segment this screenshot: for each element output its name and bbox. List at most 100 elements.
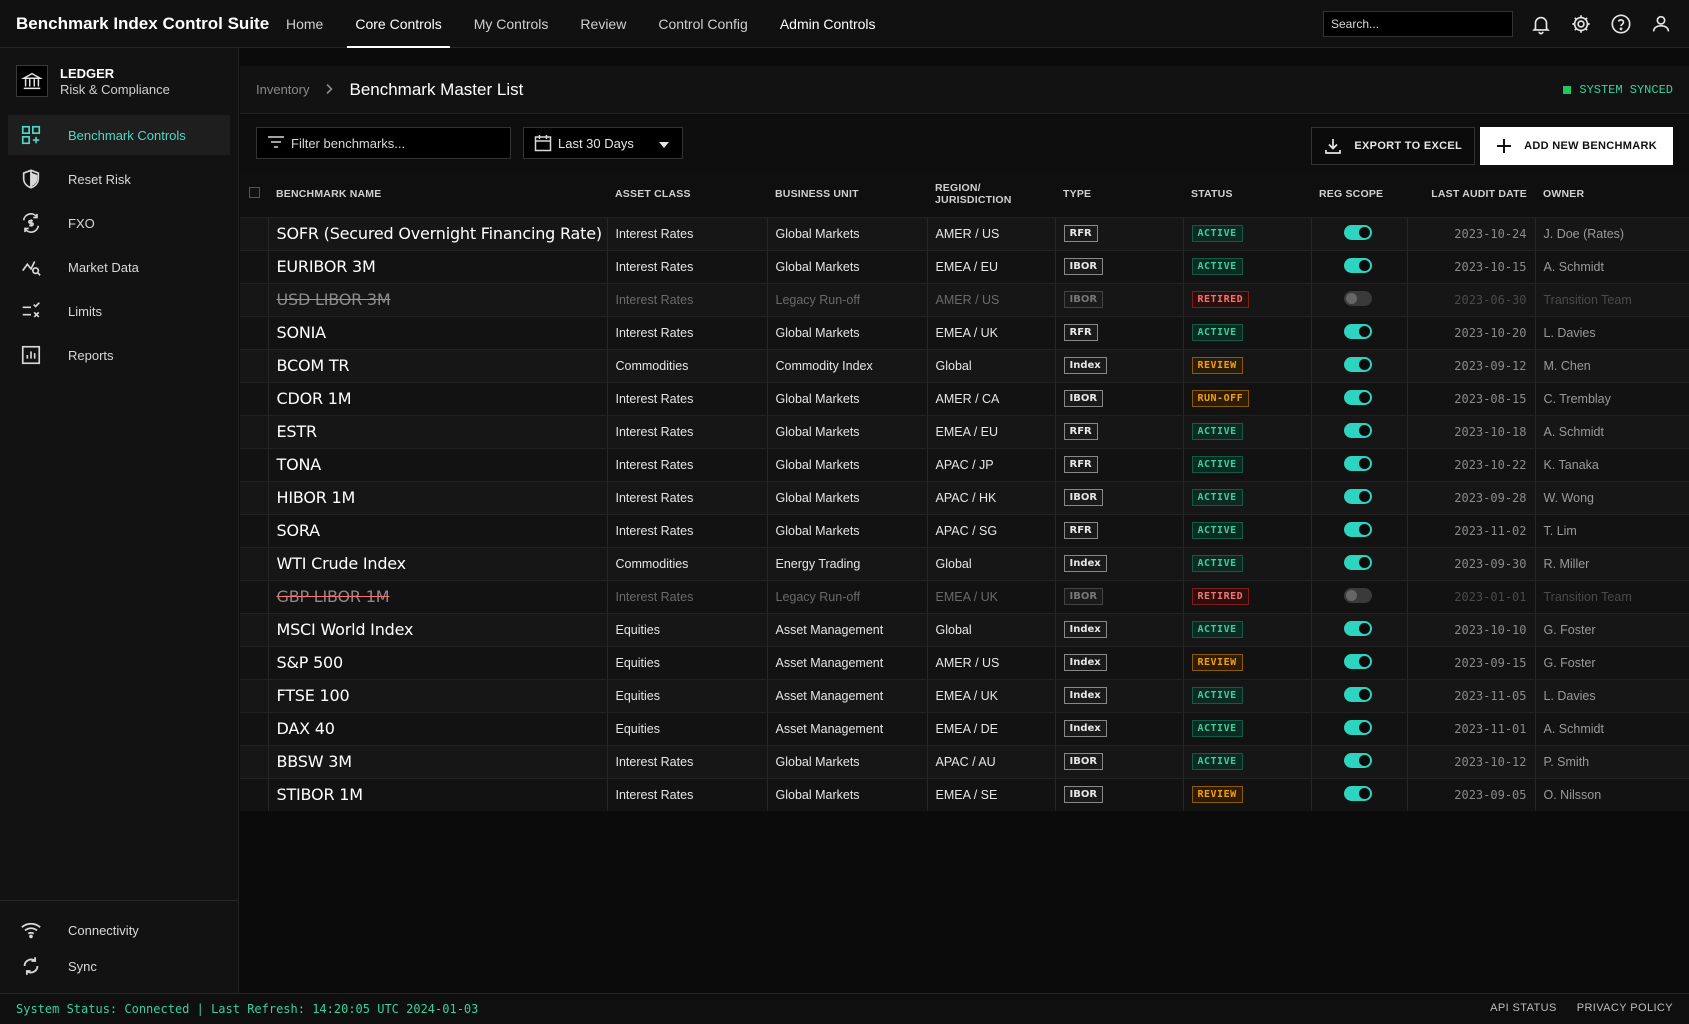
nav-review[interactable]: Review bbox=[572, 0, 634, 48]
reg-scope-toggle[interactable] bbox=[1343, 653, 1372, 669]
col-owner[interactable]: Owner bbox=[1535, 171, 1689, 217]
benchmark-name[interactable]: MSCI World Index bbox=[268, 613, 608, 646]
table-row[interactable]: ESTR Interest Rates Global Markets EMEA / E… bbox=[240, 415, 1689, 448]
export-excel-button[interactable]: EXPORT TO EXCEL bbox=[1311, 127, 1475, 165]
reg-scope-toggle[interactable] bbox=[1343, 686, 1372, 702]
table-row[interactable]: STIBOR 1M Interest Rates Global Markets EME… bbox=[240, 778, 1689, 811]
nav-control-config[interactable]: Control Config bbox=[650, 0, 756, 48]
nav-admin-controls[interactable]: Admin Controls bbox=[772, 0, 884, 48]
sidebar-item-fxo[interactable]: FXO bbox=[8, 203, 230, 243]
api-status-link[interactable]: API STATUS bbox=[1490, 1002, 1557, 1014]
org-subtitle: Risk & Compliance bbox=[60, 81, 170, 97]
benchmark-name[interactable]: S&P 500 bbox=[268, 646, 608, 679]
table-row[interactable]: BBSW 3M Interest Rates Global Markets APAC … bbox=[240, 745, 1689, 778]
benchmark-name[interactable]: WTI Crude Index bbox=[268, 547, 608, 580]
col-reg-scope[interactable]: Reg Scope bbox=[1311, 171, 1407, 217]
breadcrumb[interactable]: Inventory bbox=[256, 82, 309, 97]
table-row[interactable]: USD LIBOR 3M Interest Rates Legacy Run-off… bbox=[240, 283, 1689, 316]
benchmark-name[interactable]: STIBOR 1M bbox=[268, 778, 608, 811]
sidebar-item-sync[interactable]: Sync bbox=[8, 951, 230, 981]
nav-my-controls[interactable]: My Controls bbox=[466, 0, 557, 48]
help-icon[interactable] bbox=[1609, 12, 1633, 36]
table-row[interactable]: CDOR 1M Interest Rates Global Markets AMER … bbox=[240, 382, 1689, 415]
bell-icon[interactable] bbox=[1529, 12, 1553, 36]
table-row[interactable]: DAX 40 Equities Asset Management EMEA / DE I… bbox=[240, 712, 1689, 745]
reg-scope-toggle[interactable] bbox=[1343, 257, 1372, 273]
reg-scope-toggle[interactable] bbox=[1343, 521, 1372, 537]
user-avatar-icon[interactable] bbox=[1649, 12, 1673, 36]
date-range-select[interactable]: Last 30 Days bbox=[523, 127, 683, 159]
last-audit-date: 2023-10-22 bbox=[1407, 448, 1536, 481]
benchmark-name[interactable]: SOFR (Secured Overnight Financing Rate) bbox=[268, 217, 608, 250]
search-input[interactable] bbox=[1323, 11, 1513, 37]
business-unit: Legacy Run-off bbox=[767, 580, 928, 613]
reg-scope-toggle[interactable] bbox=[1343, 752, 1372, 768]
table-row[interactable]: BCOM TR Commodities Commodity Index Global I… bbox=[240, 349, 1689, 382]
sidebar-item-reports[interactable]: Reports bbox=[8, 335, 230, 375]
type-badge: Index bbox=[1063, 687, 1107, 704]
col-status[interactable]: Status bbox=[1183, 171, 1311, 217]
benchmark-name[interactable]: EURIBOR 3M bbox=[268, 250, 608, 283]
nav-core-controls[interactable]: Core Controls bbox=[347, 0, 451, 48]
gear-icon[interactable] bbox=[1569, 12, 1593, 36]
benchmark-name[interactable]: SORA bbox=[268, 514, 608, 547]
table-row[interactable]: HIBOR 1M Interest Rates Global Markets APAC… bbox=[240, 481, 1689, 514]
sidebar-item-market-data[interactable]: Market Data bbox=[8, 247, 230, 287]
reg-scope-toggle[interactable] bbox=[1343, 356, 1372, 372]
col-type[interactable]: Type bbox=[1055, 171, 1183, 217]
type-badge: RFR bbox=[1063, 423, 1098, 440]
benchmark-name[interactable]: TONA bbox=[268, 448, 608, 481]
table-row[interactable]: TONA Interest Rates Global Markets APAC / J… bbox=[240, 448, 1689, 481]
table-row[interactable]: EURIBOR 3M Interest Rates Global Markets EM… bbox=[240, 250, 1689, 283]
benchmark-name[interactable]: ESTR bbox=[268, 415, 608, 448]
privacy-policy-link[interactable]: PRIVACY POLICY bbox=[1577, 1002, 1673, 1014]
col-region[interactable]: Region/ Jurisdiction bbox=[927, 171, 1055, 217]
benchmark-name[interactable]: BCOM TR bbox=[268, 349, 608, 382]
filter-box[interactable] bbox=[256, 127, 511, 159]
reg-scope-toggle[interactable] bbox=[1343, 785, 1372, 801]
sidebar-item-connectivity[interactable]: Connectivity bbox=[8, 915, 230, 945]
benchmark-name[interactable]: DAX 40 bbox=[268, 712, 608, 745]
reg-scope-toggle[interactable] bbox=[1343, 323, 1372, 339]
region: AMER / US bbox=[927, 283, 1056, 316]
type-badge: Index bbox=[1063, 555, 1107, 572]
reg-scope-toggle[interactable] bbox=[1343, 719, 1372, 735]
select-all-checkbox[interactable] bbox=[249, 186, 260, 198]
sidebar-item-limits[interactable]: Limits bbox=[8, 291, 230, 331]
benchmark-name[interactable]: USD LIBOR 3M bbox=[268, 283, 608, 316]
reg-scope-toggle[interactable] bbox=[1343, 389, 1372, 405]
sidebar-item-benchmark-controls[interactable]: Benchmark Controls bbox=[8, 115, 230, 155]
reg-scope-toggle[interactable] bbox=[1343, 224, 1372, 240]
benchmark-name[interactable]: FTSE 100 bbox=[268, 679, 608, 712]
table-row[interactable]: SORA Interest Rates Global Markets APAC / S… bbox=[240, 514, 1689, 547]
nav-home[interactable]: Home bbox=[278, 0, 331, 48]
table-row[interactable]: S&P 500 Equities Asset Management AMER / US… bbox=[240, 646, 1689, 679]
reg-scope-toggle[interactable] bbox=[1343, 554, 1372, 570]
sidebar-item-label: Sync bbox=[68, 958, 97, 974]
benchmark-name[interactable]: CDOR 1M bbox=[268, 382, 608, 415]
sidebar-item-reset-risk[interactable]: Reset Risk bbox=[8, 159, 230, 199]
reg-scope-toggle[interactable] bbox=[1343, 422, 1372, 438]
col-last-audit[interactable]: Last Audit Date bbox=[1407, 171, 1535, 217]
reg-scope-toggle[interactable] bbox=[1343, 455, 1372, 471]
benchmark-name[interactable]: GBP LIBOR 1M bbox=[268, 580, 608, 613]
toggle-knob bbox=[1358, 622, 1370, 634]
table-row[interactable]: MSCI World Index Equities Asset Management… bbox=[240, 613, 1689, 646]
table-row[interactable]: GBP LIBOR 1M Interest Rates Legacy Run-off… bbox=[240, 580, 1689, 613]
add-benchmark-button[interactable]: ADD NEW BENCHMARK bbox=[1480, 127, 1673, 165]
table-row[interactable]: WTI Crude Index Commodities Energy Trading… bbox=[240, 547, 1689, 580]
table-row[interactable]: SONIA Interest Rates Global Markets EMEA / … bbox=[240, 316, 1689, 349]
col-business-unit[interactable]: Business Unit bbox=[767, 171, 927, 217]
table-row[interactable]: SOFR (Secured Overnight Financing Rate) I… bbox=[240, 217, 1689, 250]
col-asset-class[interactable]: Asset Class bbox=[607, 171, 767, 217]
reg-scope-toggle[interactable] bbox=[1343, 290, 1372, 306]
filter-input[interactable] bbox=[291, 135, 506, 151]
reg-scope-toggle[interactable] bbox=[1343, 488, 1372, 504]
benchmark-name[interactable]: HIBOR 1M bbox=[268, 481, 608, 514]
reg-scope-toggle[interactable] bbox=[1343, 587, 1372, 603]
benchmark-name[interactable]: BBSW 3M bbox=[268, 745, 608, 778]
table-row[interactable]: FTSE 100 Equities Asset Management EMEA / U… bbox=[240, 679, 1689, 712]
col-benchmark-name[interactable]: Benchmark Name bbox=[268, 171, 607, 217]
reg-scope-toggle[interactable] bbox=[1343, 620, 1372, 636]
benchmark-name[interactable]: SONIA bbox=[268, 316, 608, 349]
